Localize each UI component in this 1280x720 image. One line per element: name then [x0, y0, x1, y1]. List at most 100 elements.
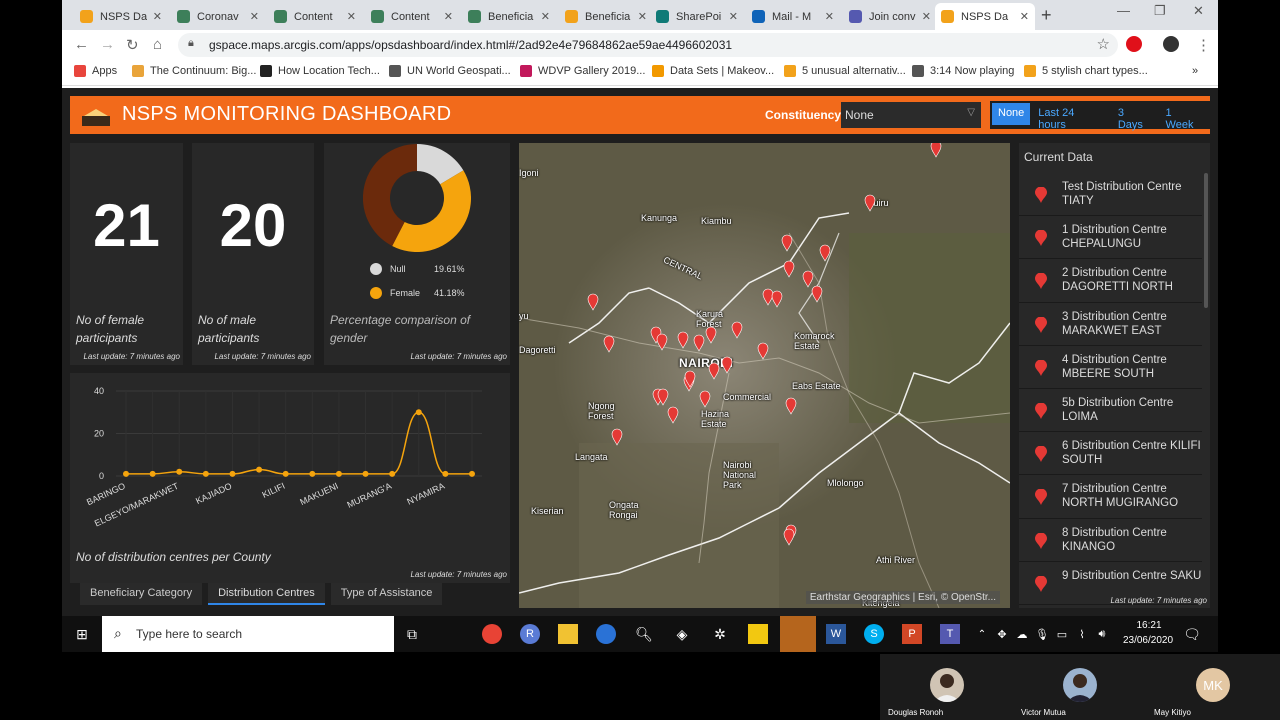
list-item[interactable]: 3 Distribution Centre MARAKWET EAST [1019, 303, 1202, 346]
powerbi-icon[interactable] [748, 624, 768, 644]
list-item[interactable]: 4 Distribution Centre MBEERE SOUTH [1019, 346, 1202, 389]
powerpoint-icon[interactable]: P [902, 624, 922, 644]
bookmark-item[interactable]: Apps [74, 65, 117, 77]
map-pin-icon[interactable] [783, 528, 795, 546]
current-data-list[interactable]: Test Distribution Centre TIATY 1 Distribu… [1019, 173, 1202, 605]
minimize-button[interactable]: — [1117, 3, 1130, 18]
browser-tab[interactable]: Coronav ✕ [171, 3, 265, 30]
map-pin-icon[interactable] [667, 406, 679, 424]
volume-icon[interactable]: 🔊︎ [1092, 624, 1112, 644]
close-tab-icon[interactable]: ✕ [250, 10, 259, 23]
map-pin-icon[interactable] [603, 335, 615, 353]
list-item[interactable]: 1 Distribution Centre CHEPALUNGU [1019, 216, 1202, 260]
close-tab-icon[interactable]: ✕ [541, 10, 550, 23]
windows-start-icon[interactable]: ⊞ [72, 624, 92, 644]
clock-time[interactable]: 16:21 [1124, 620, 1174, 631]
close-tab-icon[interactable]: ✕ [347, 10, 356, 23]
constituency-select[interactable]: None ▽ [841, 102, 981, 128]
participant-tile[interactable]: Douglas Ronoh [880, 654, 1014, 720]
close-tab-icon[interactable]: ✕ [729, 10, 738, 23]
time-filter-none[interactable]: None [992, 103, 1031, 125]
opera-extension-icon[interactable] [1126, 36, 1142, 52]
participant-tile[interactable]: Victor Mutua [1013, 654, 1147, 720]
map-pin-icon[interactable] [785, 397, 797, 415]
bookmark-item[interactable]: WDVP Gallery 2019... [520, 65, 645, 77]
bookmark-item[interactable]: 3:14 Now playing [912, 65, 1014, 77]
tab-type-of-assistance[interactable]: Type of Assistance [330, 583, 443, 605]
map-pin-icon[interactable] [699, 390, 711, 408]
map-view[interactable]: Igoni Kanunga Kiambu Ruiru CENTRAL Karura For… [519, 143, 1010, 608]
map-pin-icon[interactable] [656, 333, 668, 351]
active-app-icon[interactable] [780, 616, 816, 652]
close-tab-icon[interactable]: ✕ [825, 10, 834, 23]
skype-icon[interactable]: S [864, 624, 884, 644]
map-pin-icon[interactable] [864, 194, 876, 212]
notifications-icon[interactable]: 🗨︎ [1182, 624, 1202, 644]
list-item[interactable]: 2 Distribution Centre DAGORETTI NORTH [1019, 259, 1202, 303]
back-icon[interactable]: ← [74, 36, 89, 53]
bookmarks-more-button[interactable]: » [1192, 65, 1198, 77]
map-pin-icon[interactable] [762, 288, 774, 306]
teams-icon[interactable]: T [940, 624, 960, 644]
close-tab-icon[interactable]: ✕ [153, 10, 162, 23]
map-pin-icon[interactable] [721, 356, 733, 374]
word-icon[interactable]: W [826, 624, 846, 644]
edge-icon[interactable] [596, 624, 616, 644]
participant-tile[interactable]: MK May Kitiyo [1146, 654, 1280, 720]
map-pin-icon[interactable] [611, 428, 623, 446]
network-icon[interactable]: ⌇ [1072, 624, 1092, 644]
bookmark-item[interactable]: 5 stylish chart types... [1024, 65, 1148, 77]
microphone-icon[interactable]: 🎙︎ [1032, 624, 1052, 644]
menu-kebab-icon[interactable]: ⋮ [1196, 36, 1211, 54]
browser-tab[interactable]: Join conv ✕ [843, 3, 937, 30]
bookmark-item[interactable]: UN World Geospati... [389, 65, 511, 77]
browser-tab[interactable]: Mail - M ✕ [746, 3, 840, 30]
browser-tab[interactable]: SharePoi ✕ [650, 3, 744, 30]
battery-icon[interactable]: ▭ [1052, 624, 1072, 644]
close-window-button[interactable]: ✕ [1193, 3, 1204, 19]
close-tab-icon[interactable]: ✕ [638, 10, 647, 23]
list-item[interactable]: 7 Distribution Centre NORTH MUGIRANGO [1019, 475, 1202, 519]
app-icon[interactable]: ◈ [672, 624, 692, 644]
list-item[interactable]: 5b Distribution Centre LOIMA [1019, 389, 1202, 433]
map-pin-icon[interactable] [587, 293, 599, 311]
browser-tab[interactable]: Beneficia ✕ [462, 3, 556, 30]
address-bar[interactable]: 🔒︎ gspace.maps.arcgis.com/apps/opsdashbo… [178, 33, 1118, 57]
clock-date[interactable]: 23/06/2020 [1118, 635, 1178, 646]
map-pin-icon[interactable] [930, 143, 942, 158]
map-pin-icon[interactable] [771, 290, 783, 308]
task-view-icon[interactable]: ⧉ [402, 624, 422, 644]
map-pin-icon[interactable] [802, 270, 814, 288]
browser-tab[interactable]: NSPS Da ✕ [935, 3, 1035, 30]
close-tab-icon[interactable]: ✕ [444, 10, 453, 23]
list-item[interactable]: Test Distribution Centre TIATY [1019, 173, 1202, 217]
close-tab-icon[interactable]: ✕ [922, 10, 931, 23]
map-pin-icon[interactable] [677, 331, 689, 349]
profile-avatar-icon[interactable] [1163, 36, 1179, 52]
dropbox-icon[interactable]: ✥ [992, 624, 1012, 644]
chrome-icon[interactable] [482, 624, 502, 644]
onedrive-icon[interactable]: ☁ [1012, 624, 1032, 644]
map-pin-icon[interactable] [783, 260, 795, 278]
browser-tab[interactable]: Content ✕ [365, 3, 459, 30]
file-explorer-icon[interactable] [558, 624, 578, 644]
bookmark-item[interactable]: How Location Tech... [260, 65, 380, 77]
map-pin-icon[interactable] [693, 334, 705, 352]
tab-beneficiary-category[interactable]: Beneficiary Category [80, 583, 203, 605]
time-filter-1week[interactable]: 1 Week [1159, 103, 1208, 131]
browser-tab[interactable]: Content ✕ [268, 3, 362, 30]
map-pin-icon[interactable] [757, 342, 769, 360]
map-pin-icon[interactable] [819, 244, 831, 262]
close-tab-icon[interactable]: ✕ [1020, 10, 1029, 23]
bookmark-item[interactable]: 5 unusual alternativ... [784, 65, 906, 77]
map-pin-icon[interactable] [705, 326, 717, 344]
forward-icon[interactable]: → [100, 36, 115, 53]
tray-chevron-icon[interactable]: ⌃ [972, 624, 992, 644]
browser-tab[interactable]: NSPS Da ✕ [74, 3, 168, 30]
bookmark-item[interactable]: The Continuum: Big... [132, 65, 256, 77]
time-filter-3days[interactable]: 3 Days [1111, 103, 1158, 131]
list-item[interactable]: 8 Distribution Centre KINANGO [1019, 519, 1202, 562]
list-scrollbar[interactable] [1204, 173, 1208, 308]
time-filter-24h[interactable]: Last 24 hours [1032, 103, 1110, 131]
r-app-icon[interactable]: R [520, 624, 540, 644]
